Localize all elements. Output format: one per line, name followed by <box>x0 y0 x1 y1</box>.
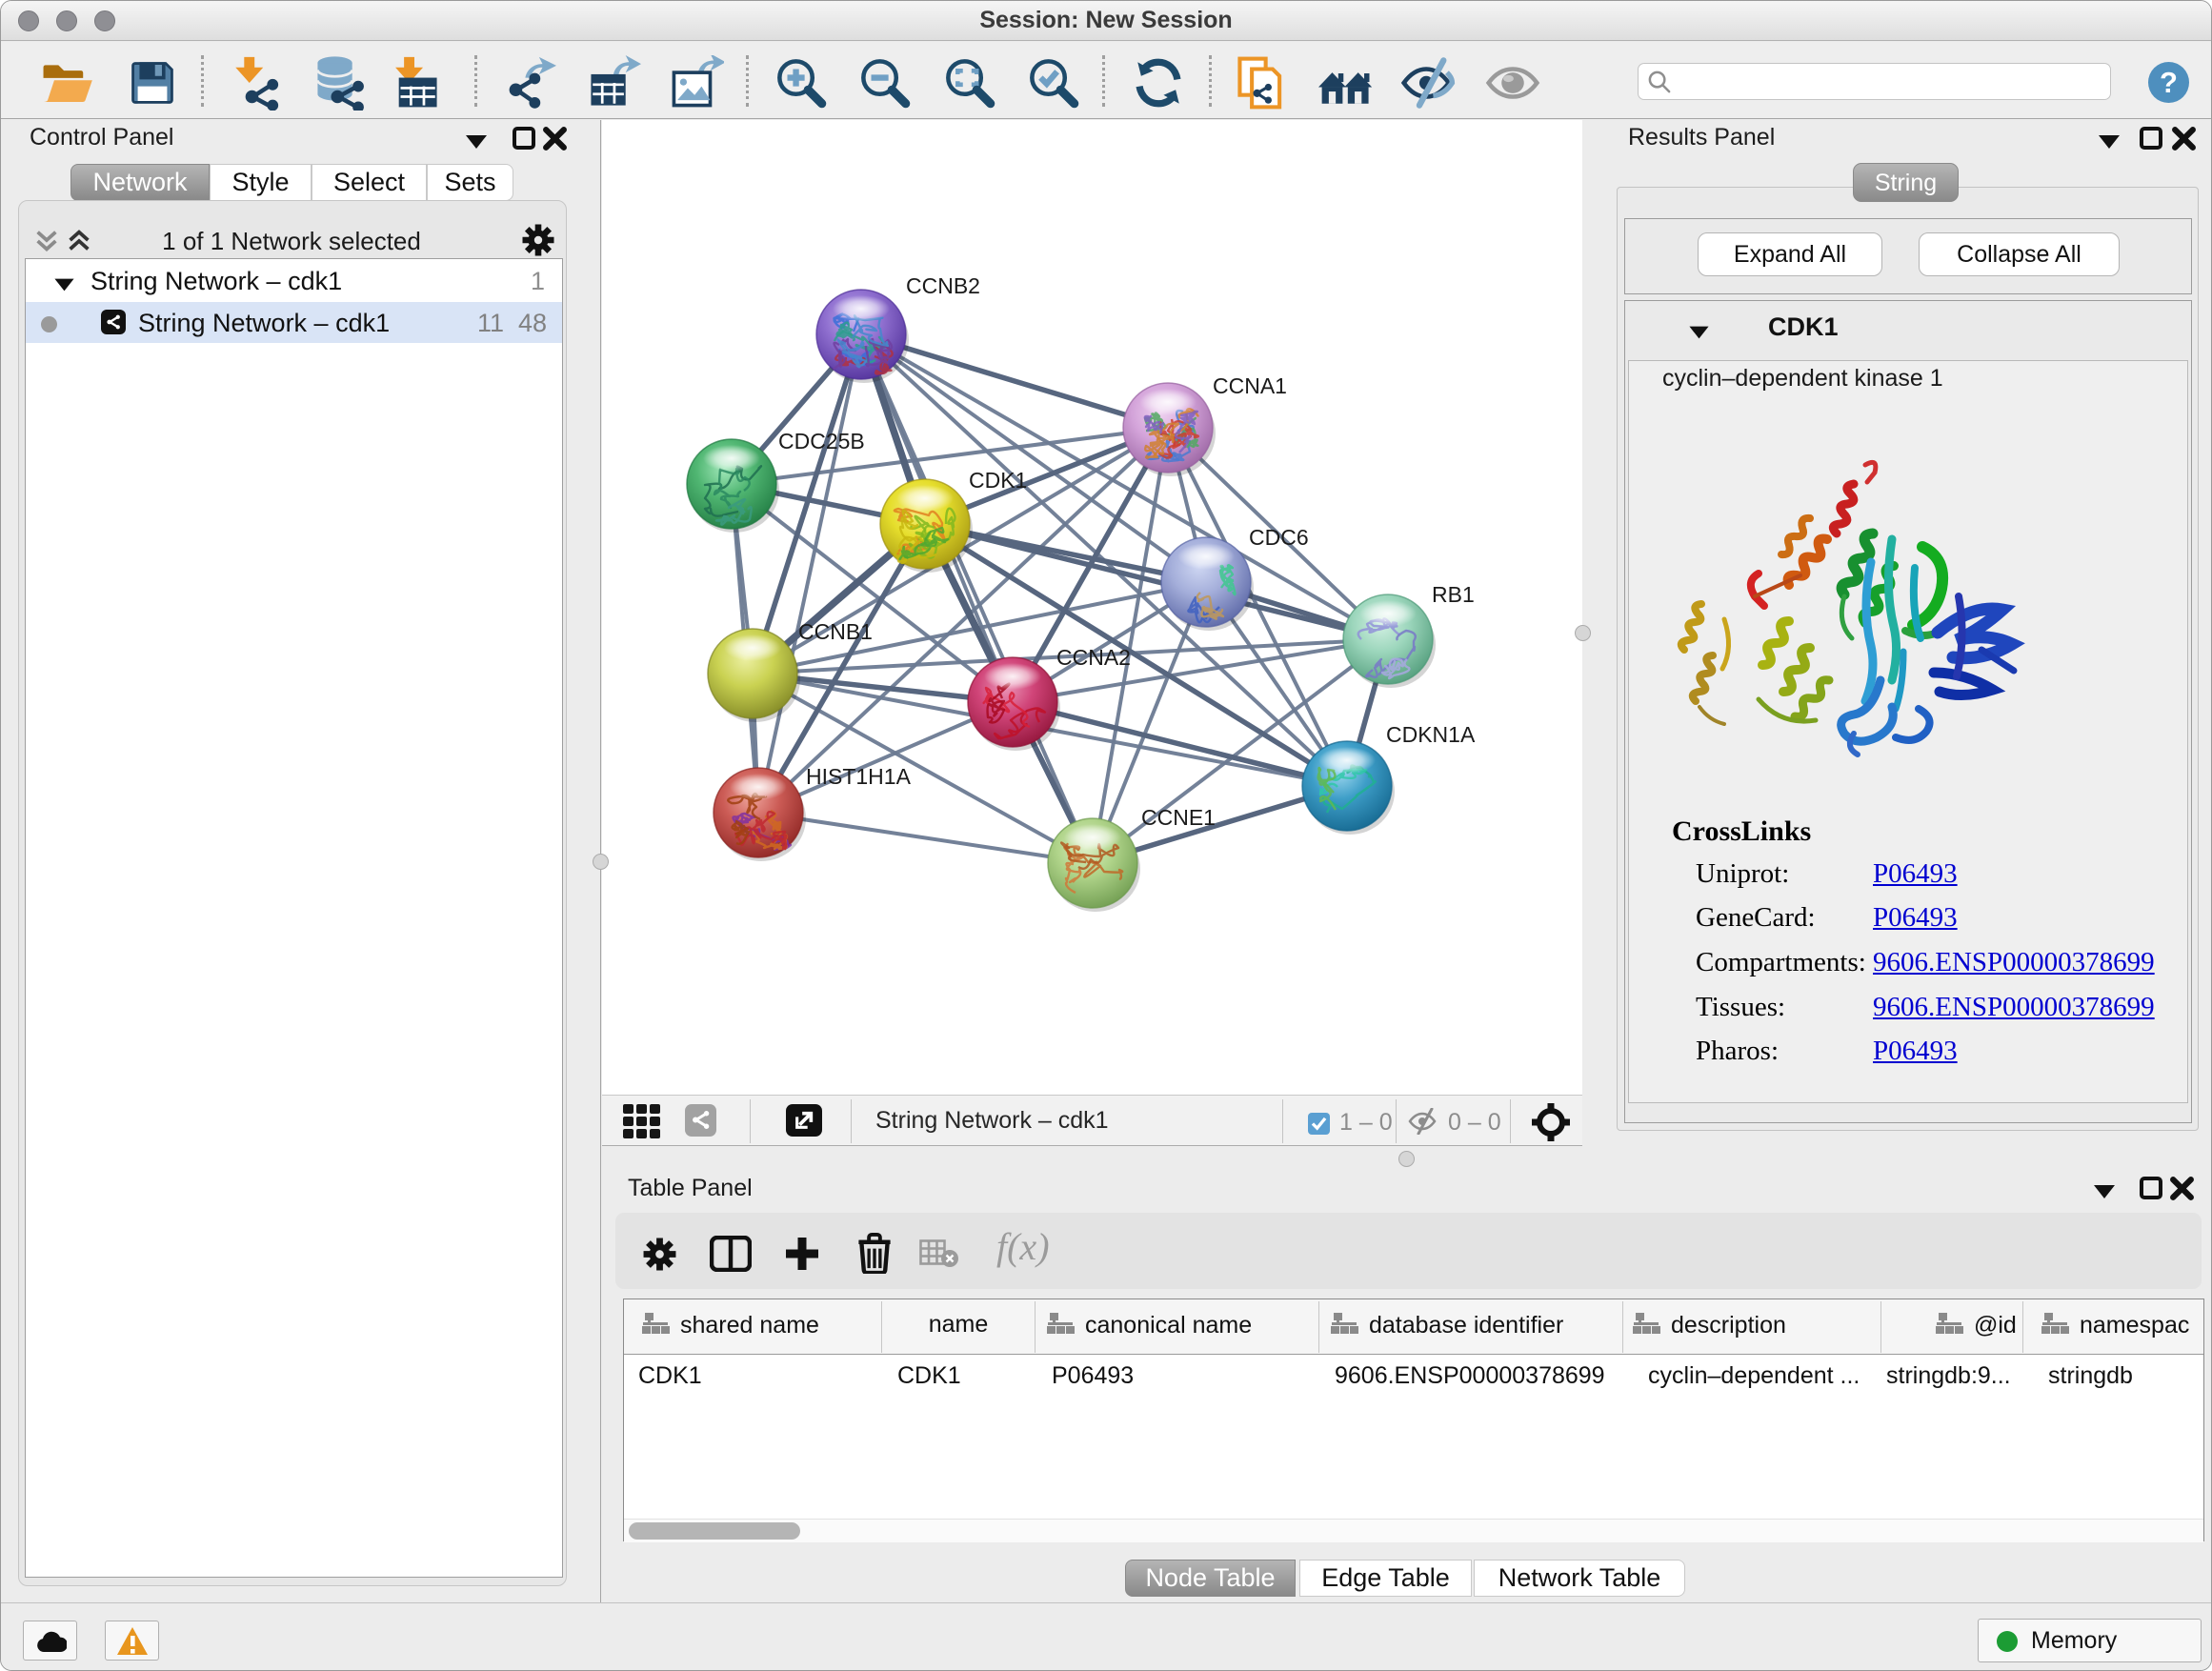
svg-text:CDC25B: CDC25B <box>778 429 865 453</box>
svg-text:CDC6: CDC6 <box>1249 525 1309 550</box>
svg-text:RB1: RB1 <box>1432 582 1475 607</box>
svg-text:CCNB1: CCNB1 <box>798 619 873 644</box>
svg-text:CDKN1A: CDKN1A <box>1386 722 1476 747</box>
svg-text:CCNB2: CCNB2 <box>906 273 980 298</box>
svg-text:CDK1: CDK1 <box>969 468 1027 493</box>
svg-text:CCNA2: CCNA2 <box>1056 645 1131 670</box>
svg-text:CCNE1: CCNE1 <box>1141 805 1216 830</box>
svg-text:CCNA1: CCNA1 <box>1213 373 1287 398</box>
svg-text:HIST1H1A: HIST1H1A <box>806 764 912 789</box>
